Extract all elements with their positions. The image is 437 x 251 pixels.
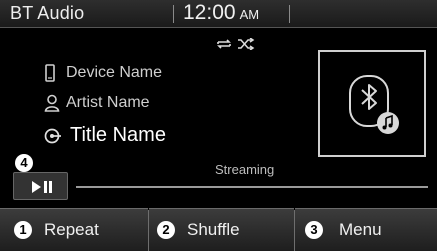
shuffle-label: Shuffle — [187, 220, 240, 239]
repeat-label: Repeat — [44, 220, 99, 239]
divider — [289, 5, 290, 23]
person-icon — [44, 94, 60, 112]
menu-label: Menu — [339, 220, 382, 239]
artist-name: Artist Name — [66, 94, 150, 111]
bt-audio-screen: BT Audio 12:00 AM Device Name Artist Name — [0, 0, 437, 251]
device-row: Device Name — [44, 64, 162, 82]
clock: 12:00 AM — [183, 1, 259, 25]
repeat-icon — [217, 39, 231, 49]
clock-time: 12:00 — [183, 1, 236, 24]
divider — [173, 5, 174, 23]
repeat-button[interactable]: 1 Repeat — [0, 208, 148, 251]
device-name: Device Name — [66, 64, 163, 81]
source-title: BT Audio — [10, 3, 85, 23]
streaming-status: Streaming — [215, 162, 275, 177]
album-art — [318, 50, 426, 157]
title-name: Title Name — [70, 124, 166, 146]
progress-bar[interactable] — [76, 186, 428, 188]
callout-badge: 3 — [305, 221, 323, 239]
phone-icon — [45, 64, 55, 82]
callout-badge: 1 — [14, 221, 32, 239]
play-pause-icon — [32, 181, 52, 193]
callout-badge: 4 — [15, 154, 33, 172]
shuffle-icon — [238, 38, 255, 50]
clock-ampm: AM — [239, 7, 260, 22]
title-row: Title Name — [44, 124, 166, 147]
artist-row: Artist Name — [44, 94, 150, 112]
title-icon — [44, 128, 61, 143]
callout-badge: 2 — [157, 221, 175, 239]
play-pause-button[interactable] — [13, 172, 68, 200]
bluetooth-music-icon — [349, 75, 399, 134]
menu-button[interactable]: 3 Menu — [295, 208, 437, 251]
shuffle-button[interactable]: 2 Shuffle — [149, 208, 294, 251]
status-bar: BT Audio 12:00 AM — [0, 0, 437, 28]
